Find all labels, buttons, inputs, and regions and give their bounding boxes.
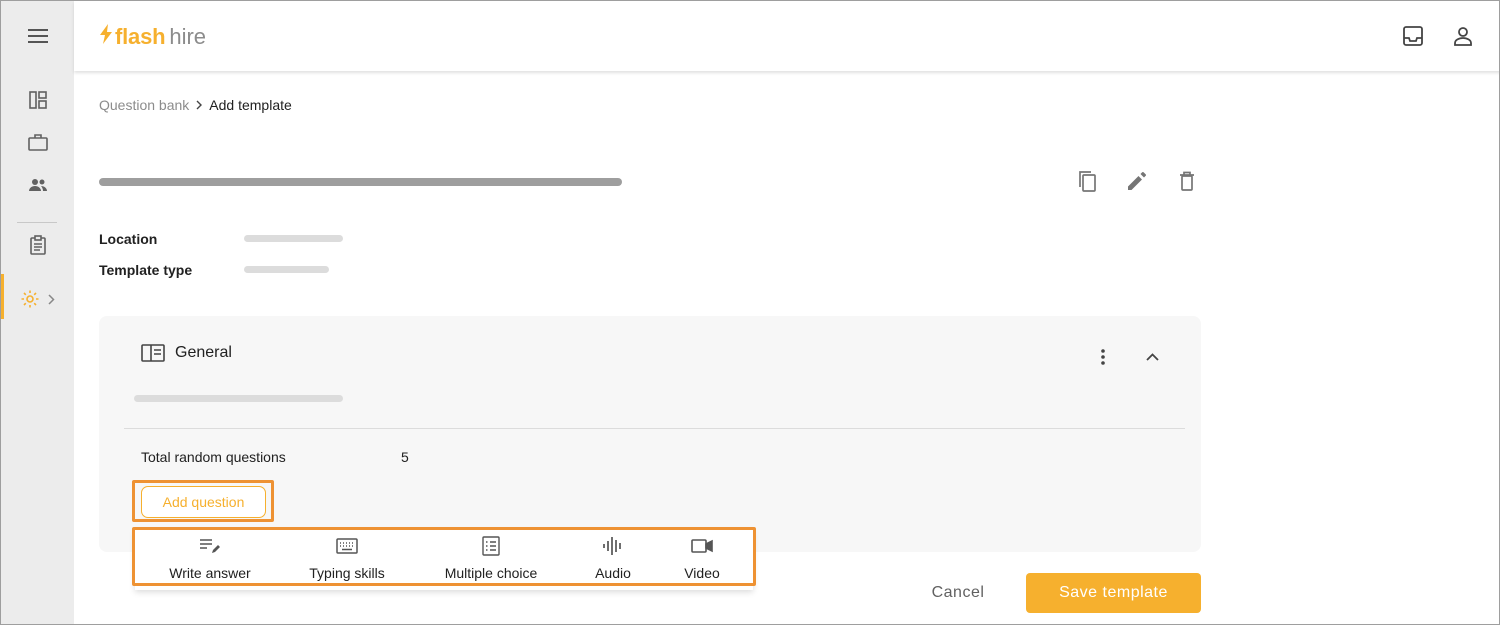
- breadcrumb: Question bank Add template: [99, 97, 292, 113]
- inbox-icon[interactable]: [1400, 23, 1426, 49]
- account-icon[interactable]: [1450, 23, 1476, 49]
- bolt-icon: [99, 24, 113, 50]
- people-icon[interactable]: [1, 165, 74, 205]
- cancel-button[interactable]: Cancel: [911, 573, 1005, 613]
- dashboard-icon[interactable]: [1, 80, 74, 120]
- breadcrumb-current: Add template: [209, 97, 292, 113]
- total-random-questions-value: 5: [401, 449, 409, 465]
- chevron-up-icon[interactable]: [1142, 347, 1162, 367]
- chevron-right-icon: [48, 293, 55, 305]
- sidebar-divider: [17, 222, 57, 223]
- template-type-value-placeholder: [244, 266, 329, 273]
- app-window: flash hire Question bank Add template Lo…: [0, 0, 1500, 625]
- total-random-questions-label: Total random questions: [141, 449, 286, 465]
- briefcase-icon[interactable]: [1, 122, 74, 162]
- sidebar-item-settings[interactable]: [1, 279, 74, 319]
- menu-icon[interactable]: [1, 16, 74, 56]
- location-value-placeholder: [244, 235, 343, 242]
- edit-icon[interactable]: [1124, 168, 1150, 194]
- section-divider: [124, 428, 1185, 429]
- section-title: General: [141, 344, 232, 362]
- top-header: flash hire: [74, 1, 1499, 71]
- sidebar: [1, 1, 74, 624]
- book-icon: [141, 344, 175, 362]
- logo-flash-text: flash: [115, 24, 166, 49]
- section-description-placeholder: [134, 395, 343, 402]
- section-title-text: General: [175, 344, 232, 361]
- more-vert-icon[interactable]: [1093, 347, 1113, 367]
- add-question-button[interactable]: Add question: [141, 486, 266, 518]
- clipboard-icon[interactable]: [1, 225, 74, 265]
- chevron-right-icon: [196, 100, 203, 110]
- flashhire-logo[interactable]: flash hire: [99, 23, 206, 51]
- breadcrumb-question-bank[interactable]: Question bank: [99, 97, 189, 113]
- template-title-placeholder: [99, 178, 622, 186]
- location-label: Location: [99, 231, 158, 247]
- delete-icon[interactable]: [1174, 168, 1200, 194]
- question-type-menu-highlight: [132, 527, 756, 586]
- settings-icon: [20, 289, 40, 309]
- template-type-label: Template type: [99, 262, 193, 278]
- logo-hire-text: hire: [169, 24, 207, 49]
- copy-icon[interactable]: [1074, 168, 1100, 194]
- save-template-button[interactable]: Save template: [1026, 573, 1201, 613]
